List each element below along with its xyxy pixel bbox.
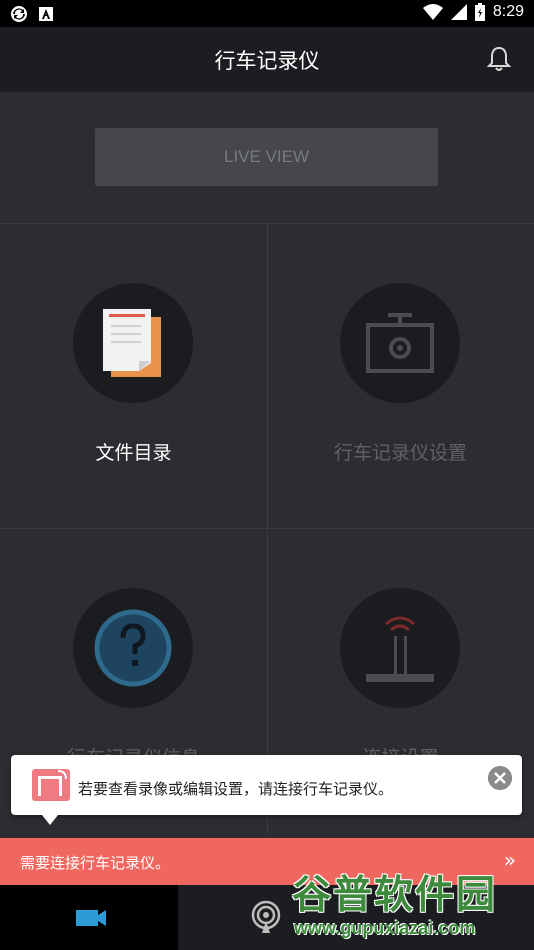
close-icon[interactable] <box>488 766 512 790</box>
icon-circle <box>340 283 460 403</box>
icon-circle <box>73 283 193 403</box>
status-time: 8:29 <box>492 3 524 20</box>
router-icon <box>366 616 434 682</box>
toast-tail <box>42 815 58 825</box>
menu-grid: 文件目录 行车记录仪设置 行车记录仪信息 <box>0 224 534 834</box>
watermark-url: www.gupuxiazai.com <box>294 918 476 938</box>
live-view-button[interactable]: LIVE VIEW <box>95 128 438 186</box>
nav-tab-video[interactable] <box>0 885 178 950</box>
cast-icon <box>32 769 70 801</box>
dashcam-settings-icon <box>366 313 434 373</box>
icon-circle <box>340 588 460 708</box>
menu-item-label: 文件目录 <box>95 442 172 464</box>
watermark-logo: 谷普软件园 www.gupuxiazai.com <box>292 864 532 944</box>
page-title: 行车记录仪 <box>214 49 320 73</box>
file-directory-icon <box>103 309 161 377</box>
icon-circle <box>73 588 193 708</box>
toast-message: 若要查看录像或编辑设置，请连接行车记录仪。 <box>78 780 394 798</box>
banner-message: 需要连接行车记录仪。 <box>20 854 171 872</box>
status-bar: 8:29 <box>0 0 534 27</box>
connect-toast: 若要查看录像或编辑设置，请连接行车记录仪。 <box>11 755 522 815</box>
wifi-icon <box>422 4 443 20</box>
help-icon <box>94 609 172 687</box>
a-icon <box>39 7 53 21</box>
broadcast-icon <box>251 900 281 933</box>
live-view-section: LIVE VIEW <box>0 92 534 224</box>
menu-item-label: 行车记录仪设置 <box>333 442 467 464</box>
signal-icon <box>450 4 467 20</box>
sync-icon <box>11 6 27 22</box>
watermark-title: 谷普软件园 <box>292 873 498 918</box>
battery-icon <box>474 3 485 21</box>
menu-item-dashcam-settings[interactable]: 行车记录仪设置 <box>267 224 534 528</box>
menu-item-file-directory[interactable]: 文件目录 <box>0 224 267 528</box>
app-bar: 行车记录仪 <box>0 27 534 92</box>
bell-icon[interactable] <box>486 45 512 73</box>
video-camera-icon <box>76 910 106 926</box>
